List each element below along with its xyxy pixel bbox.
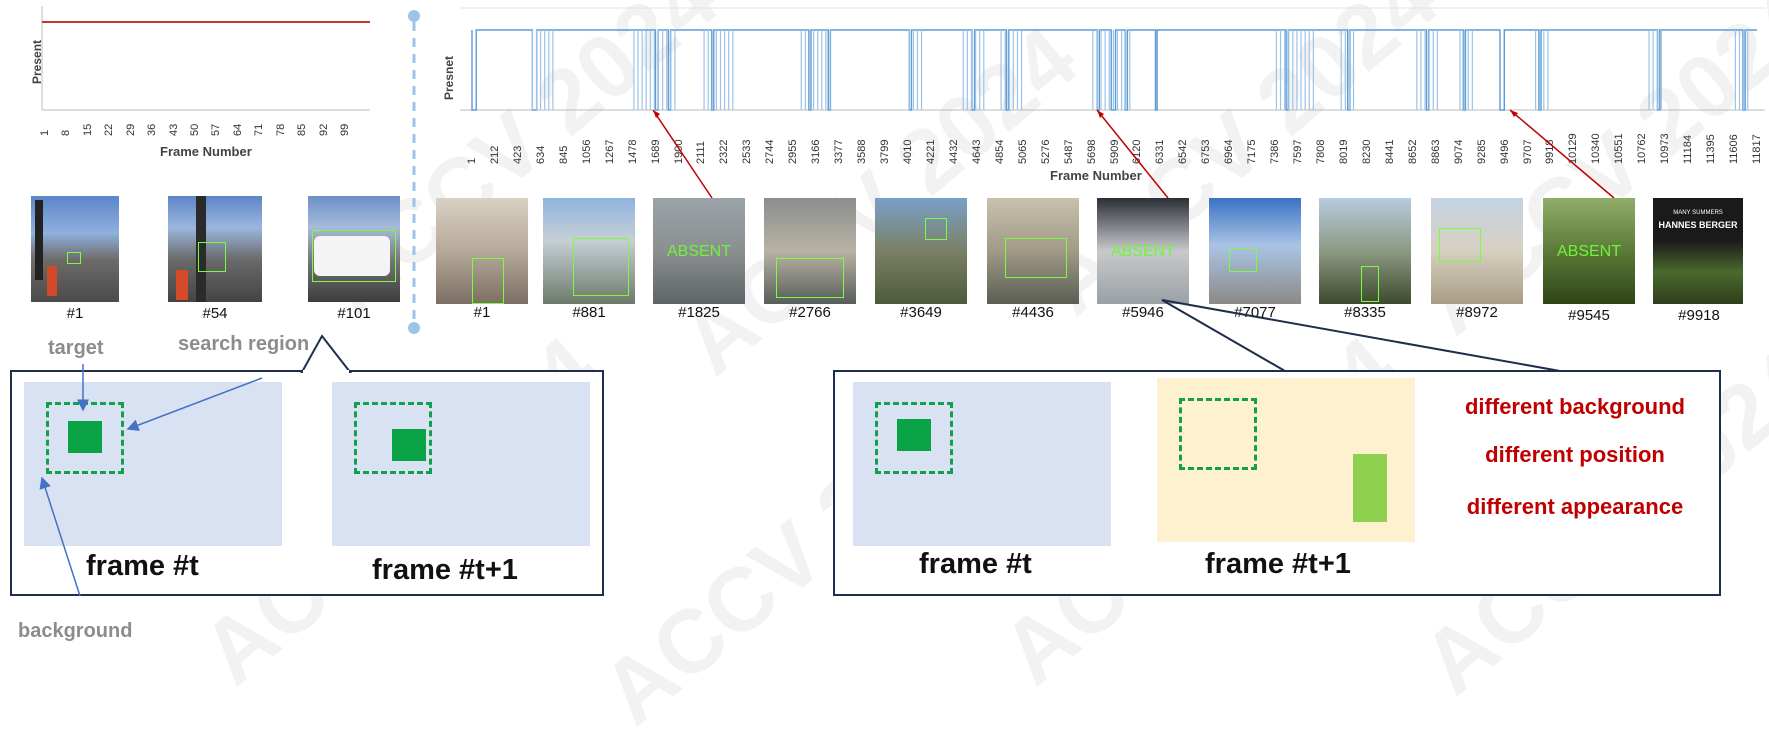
right-frame-t1-label: frame #t+1 xyxy=(1205,548,1351,580)
right-target-square xyxy=(897,419,931,451)
changed-appearance-target xyxy=(1353,454,1387,522)
right-frame-t1-panel xyxy=(1157,378,1415,542)
right-frame-t-label: frame #t xyxy=(919,548,1032,580)
right-callout-box: frame #t frame #t+1 different background… xyxy=(833,370,1721,596)
right-search-region-box-next xyxy=(1179,398,1257,470)
right-frame-t-panel xyxy=(853,382,1111,546)
different-appearance-label: different appearance xyxy=(1466,494,1684,519)
different-background-label: different background xyxy=(1464,394,1685,419)
different-position-label: different position xyxy=(1485,442,1665,467)
